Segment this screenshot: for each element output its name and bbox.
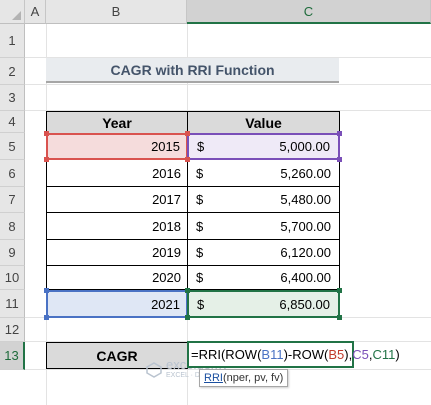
select-all-triangle-icon [12,11,21,20]
range-handle[interactable] [337,315,342,320]
currency-symbol: $ [197,296,205,312]
column-header-b[interactable]: B [46,0,187,24]
tooltip-arguments: (nper, pv, fv) [222,372,284,384]
row-header-13[interactable]: 13 [0,342,25,370]
formula-text: ) [395,347,400,362]
header-value[interactable]: Value [187,111,340,134]
formula-text: ), [344,347,353,362]
year-cell[interactable]: 2017 [46,187,188,213]
row-header-3[interactable]: 3 [0,85,25,111]
row-header-1[interactable]: 1 [0,24,25,58]
range-handle[interactable] [185,288,190,293]
function-tooltip: RRI (nper, pv, fv) [199,369,289,387]
range-handle[interactable] [44,288,49,293]
range-handle[interactable] [337,131,342,136]
row-header-10[interactable]: 10 [0,266,25,290]
select-all-corner[interactable] [0,0,25,24]
range-handle[interactable] [44,131,49,136]
range-handle[interactable] [337,157,342,162]
value-amount: 5,700.00 [280,218,331,234]
value-cell[interactable]: $5,260.00 [187,160,340,187]
formula-ref-b11: B11 [261,347,284,362]
row-header-7[interactable]: 7 [0,187,25,213]
sheet-title[interactable]: CAGR with RRI Function [46,58,339,83]
range-handle[interactable] [44,315,49,320]
value-amount: 5,000.00 [279,139,330,154]
currency-symbol: $ [196,270,204,285]
formula-ref-c11: C11 [372,347,396,362]
row-header-8[interactable]: 8 [0,213,25,240]
formula-text: )-ROW( [283,347,329,362]
row-header-6[interactable]: 6 [0,160,25,187]
value-amount: 5,480.00 [280,192,331,207]
formula-text: =RRI(ROW( [191,347,262,362]
currency-symbol: $ [196,165,204,181]
year-cell[interactable]: 2015 [46,133,188,160]
range-handle[interactable] [185,131,190,136]
row-header-5[interactable]: 5 [0,133,25,160]
header-year[interactable]: Year [46,111,188,134]
formula-ref-c5: C5 [352,347,369,362]
year-cell[interactable]: 2016 [46,160,188,187]
currency-symbol: $ [196,192,204,207]
currency-symbol: $ [196,218,204,234]
row-header-11[interactable]: 11 [0,290,25,318]
row-header-12[interactable]: 12 [0,318,25,342]
column-header-a[interactable]: A [25,0,46,24]
value-cell[interactable]: $6,850.00 [187,290,340,318]
value-cell[interactable]: $6,120.00 [187,240,340,266]
range-handle[interactable] [185,315,190,320]
range-handle[interactable] [44,157,49,162]
gridline [25,84,431,85]
exceldemy-logo-icon [146,361,162,378]
value-amount: 6,400.00 [280,270,331,285]
formula-ref-b5: B5 [328,347,345,362]
year-cell[interactable]: 2019 [46,240,188,266]
year-cell[interactable]: 2018 [46,213,188,240]
tooltip-function-name[interactable]: RRI [204,372,223,384]
year-cell[interactable]: 2021 [46,290,188,318]
value-cell[interactable]: $6,400.00 [187,266,340,290]
value-cell[interactable]: $5,480.00 [187,187,340,213]
value-amount: 6,850.00 [279,296,330,312]
range-handle[interactable] [185,157,190,162]
column-header-c[interactable]: C [187,0,431,24]
value-amount: 6,120.00 [280,245,331,260]
value-cell[interactable]: $5,700.00 [187,213,340,240]
formula-edit-cell[interactable]: =RRI(ROW(B11)-ROW(B5), C5, C11) [187,341,400,368]
currency-symbol: $ [196,245,204,260]
row-header-2[interactable]: 2 [0,58,25,85]
range-handle[interactable] [337,288,342,293]
value-amount: 5,260.00 [280,165,331,181]
currency-symbol: $ [197,139,205,154]
row-header-9[interactable]: 9 [0,240,25,266]
row-header-4[interactable]: 4 [0,111,25,133]
value-cell[interactable]: $5,000.00 [187,133,340,160]
year-cell[interactable]: 2020 [46,266,188,290]
